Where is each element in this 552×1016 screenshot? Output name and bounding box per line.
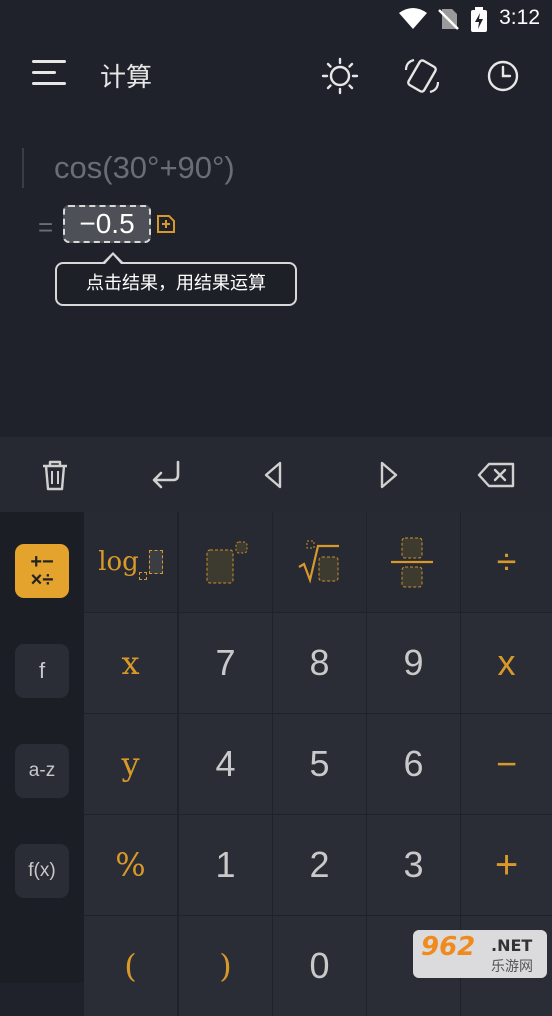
screen-rotate-icon[interactable] [402,56,442,96]
variable-y-key[interactable]: y [84,714,177,814]
divide-key[interactable]: ÷ [461,512,552,612]
menu-icon[interactable] [32,60,66,90]
digit-6-key[interactable]: 6 [367,714,460,814]
log-key[interactable]: log [84,512,177,612]
digit-8-key[interactable]: 8 [273,613,366,713]
right-paren-key[interactable]: ) [179,916,272,1016]
mode-basic-ops[interactable]: +− ×÷ [15,544,69,598]
plus-key[interactable]: + [461,815,552,915]
enter-icon[interactable] [148,457,184,493]
edit-toolbar [0,437,552,512]
theme-sun-icon[interactable] [320,56,360,96]
multiply-key[interactable]: x [461,613,552,713]
status-time: 3:12 [499,6,540,29]
app-header: 计算 [0,38,552,116]
expression-display[interactable]: cos(30°+90°) [54,150,235,186]
power-key[interactable] [179,512,272,612]
minus-key[interactable]: − [461,714,552,814]
page-title: 计算 [100,63,153,93]
backspace-icon[interactable] [477,457,517,493]
fraction-key[interactable] [367,512,460,612]
digit-0-key[interactable]: 0 [273,916,366,1016]
left-paren-key[interactable]: ( [84,916,177,1016]
digit-5-key[interactable]: 5 [273,714,366,814]
digit-3-key[interactable]: 3 [367,815,460,915]
variable-x-key[interactable]: x [84,613,177,713]
wifi-icon [399,8,427,29]
result-tooltip: 点击结果，用结果运算 [55,262,297,306]
digit-2-key[interactable]: 2 [273,815,366,915]
equals-sign: = [38,212,54,242]
add-to-note-icon[interactable] [156,214,176,234]
status-bar: 3:12 [0,0,552,38]
input-cursor [22,148,24,188]
root-key[interactable] [273,512,366,612]
watermark-logo: 962 .NET 乐游网 [413,930,547,978]
digit-1-key[interactable]: 1 [179,815,272,915]
cursor-right-icon[interactable] [370,457,406,493]
root-icon [298,540,339,584]
keypad: +− ×÷ f a-z f(x) log ÷ x 7 8 9 x y 4 5 6… [0,512,552,1016]
mode-variables[interactable]: a-z [15,744,69,798]
no-sim-icon [438,9,459,30]
mode-custom-function[interactable]: f(x) [15,844,69,898]
result-value[interactable]: −0.5 [63,205,151,243]
percent-key[interactable]: % [84,815,177,915]
digit-7-key[interactable]: 7 [179,613,272,713]
fraction-icon [391,537,433,588]
battery-charging-icon [471,7,487,32]
digit-9-key[interactable]: 9 [367,613,460,713]
power-icon [206,541,248,584]
mode-functions[interactable]: f [15,644,69,698]
digit-4-key[interactable]: 4 [179,714,272,814]
cursor-left-icon[interactable] [256,457,292,493]
history-clock-icon[interactable] [483,56,523,96]
trash-icon[interactable] [37,457,73,493]
keyboard-mode-sidebar: +− ×÷ f a-z f(x) [0,512,84,983]
